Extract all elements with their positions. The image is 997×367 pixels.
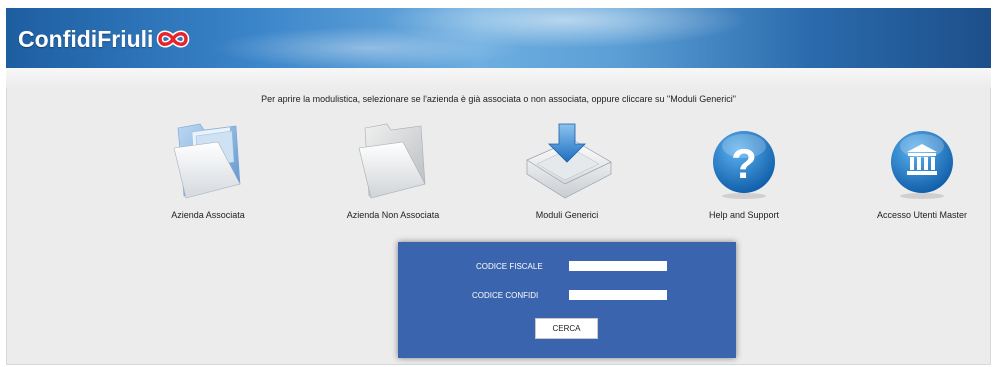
- option-azienda-non-associata[interactable]: Azienda Non Associata: [318, 122, 468, 220]
- header-banner: ConfidiFriuli: [6, 8, 991, 68]
- codice-confidi-label: CODICE CONFIDI: [472, 291, 539, 300]
- search-panel: CODICE FISCALE CODICE CONFIDI CERCA: [398, 242, 736, 358]
- blue-folder-icon: [173, 123, 241, 199]
- bank-building-icon: [891, 131, 953, 199]
- option-moduli-generici[interactable]: Moduli Generici: [492, 122, 642, 220]
- option-azienda-associata[interactable]: Azienda Associata: [133, 122, 283, 220]
- option-label: Accesso Utenti Master: [876, 210, 968, 220]
- option-accesso-utenti-master[interactable]: Accesso Utenti Master: [847, 122, 997, 220]
- banner-shadow: [6, 68, 991, 88]
- search-button[interactable]: CERCA: [535, 318, 598, 339]
- codice-fiscale-input[interactable]: [569, 261, 667, 271]
- instructions-text: Per aprire la modulistica, selezionare s…: [261, 94, 736, 104]
- question-mark-icon: ?: [713, 131, 775, 199]
- option-label: Azienda Non Associata: [346, 210, 440, 220]
- codice-confidi-input[interactable]: [569, 290, 667, 300]
- codice-fiscale-label: CODICE FISCALE: [476, 262, 543, 271]
- svg-text:?: ?: [731, 140, 757, 187]
- brand-name: ConfidiFriuli: [18, 25, 154, 52]
- brand-logo[interactable]: ConfidiFriuli: [18, 24, 190, 54]
- option-label: Azienda Associata: [171, 210, 245, 220]
- confidi-infinity-logo-icon: [157, 30, 190, 48]
- download-tray-icon: [526, 123, 612, 199]
- grey-folder-icon: [358, 123, 426, 199]
- option-label: Moduli Generici: [535, 210, 599, 220]
- option-help-support[interactable]: ? Help and Support: [669, 122, 819, 220]
- option-label: Help and Support: [708, 210, 780, 220]
